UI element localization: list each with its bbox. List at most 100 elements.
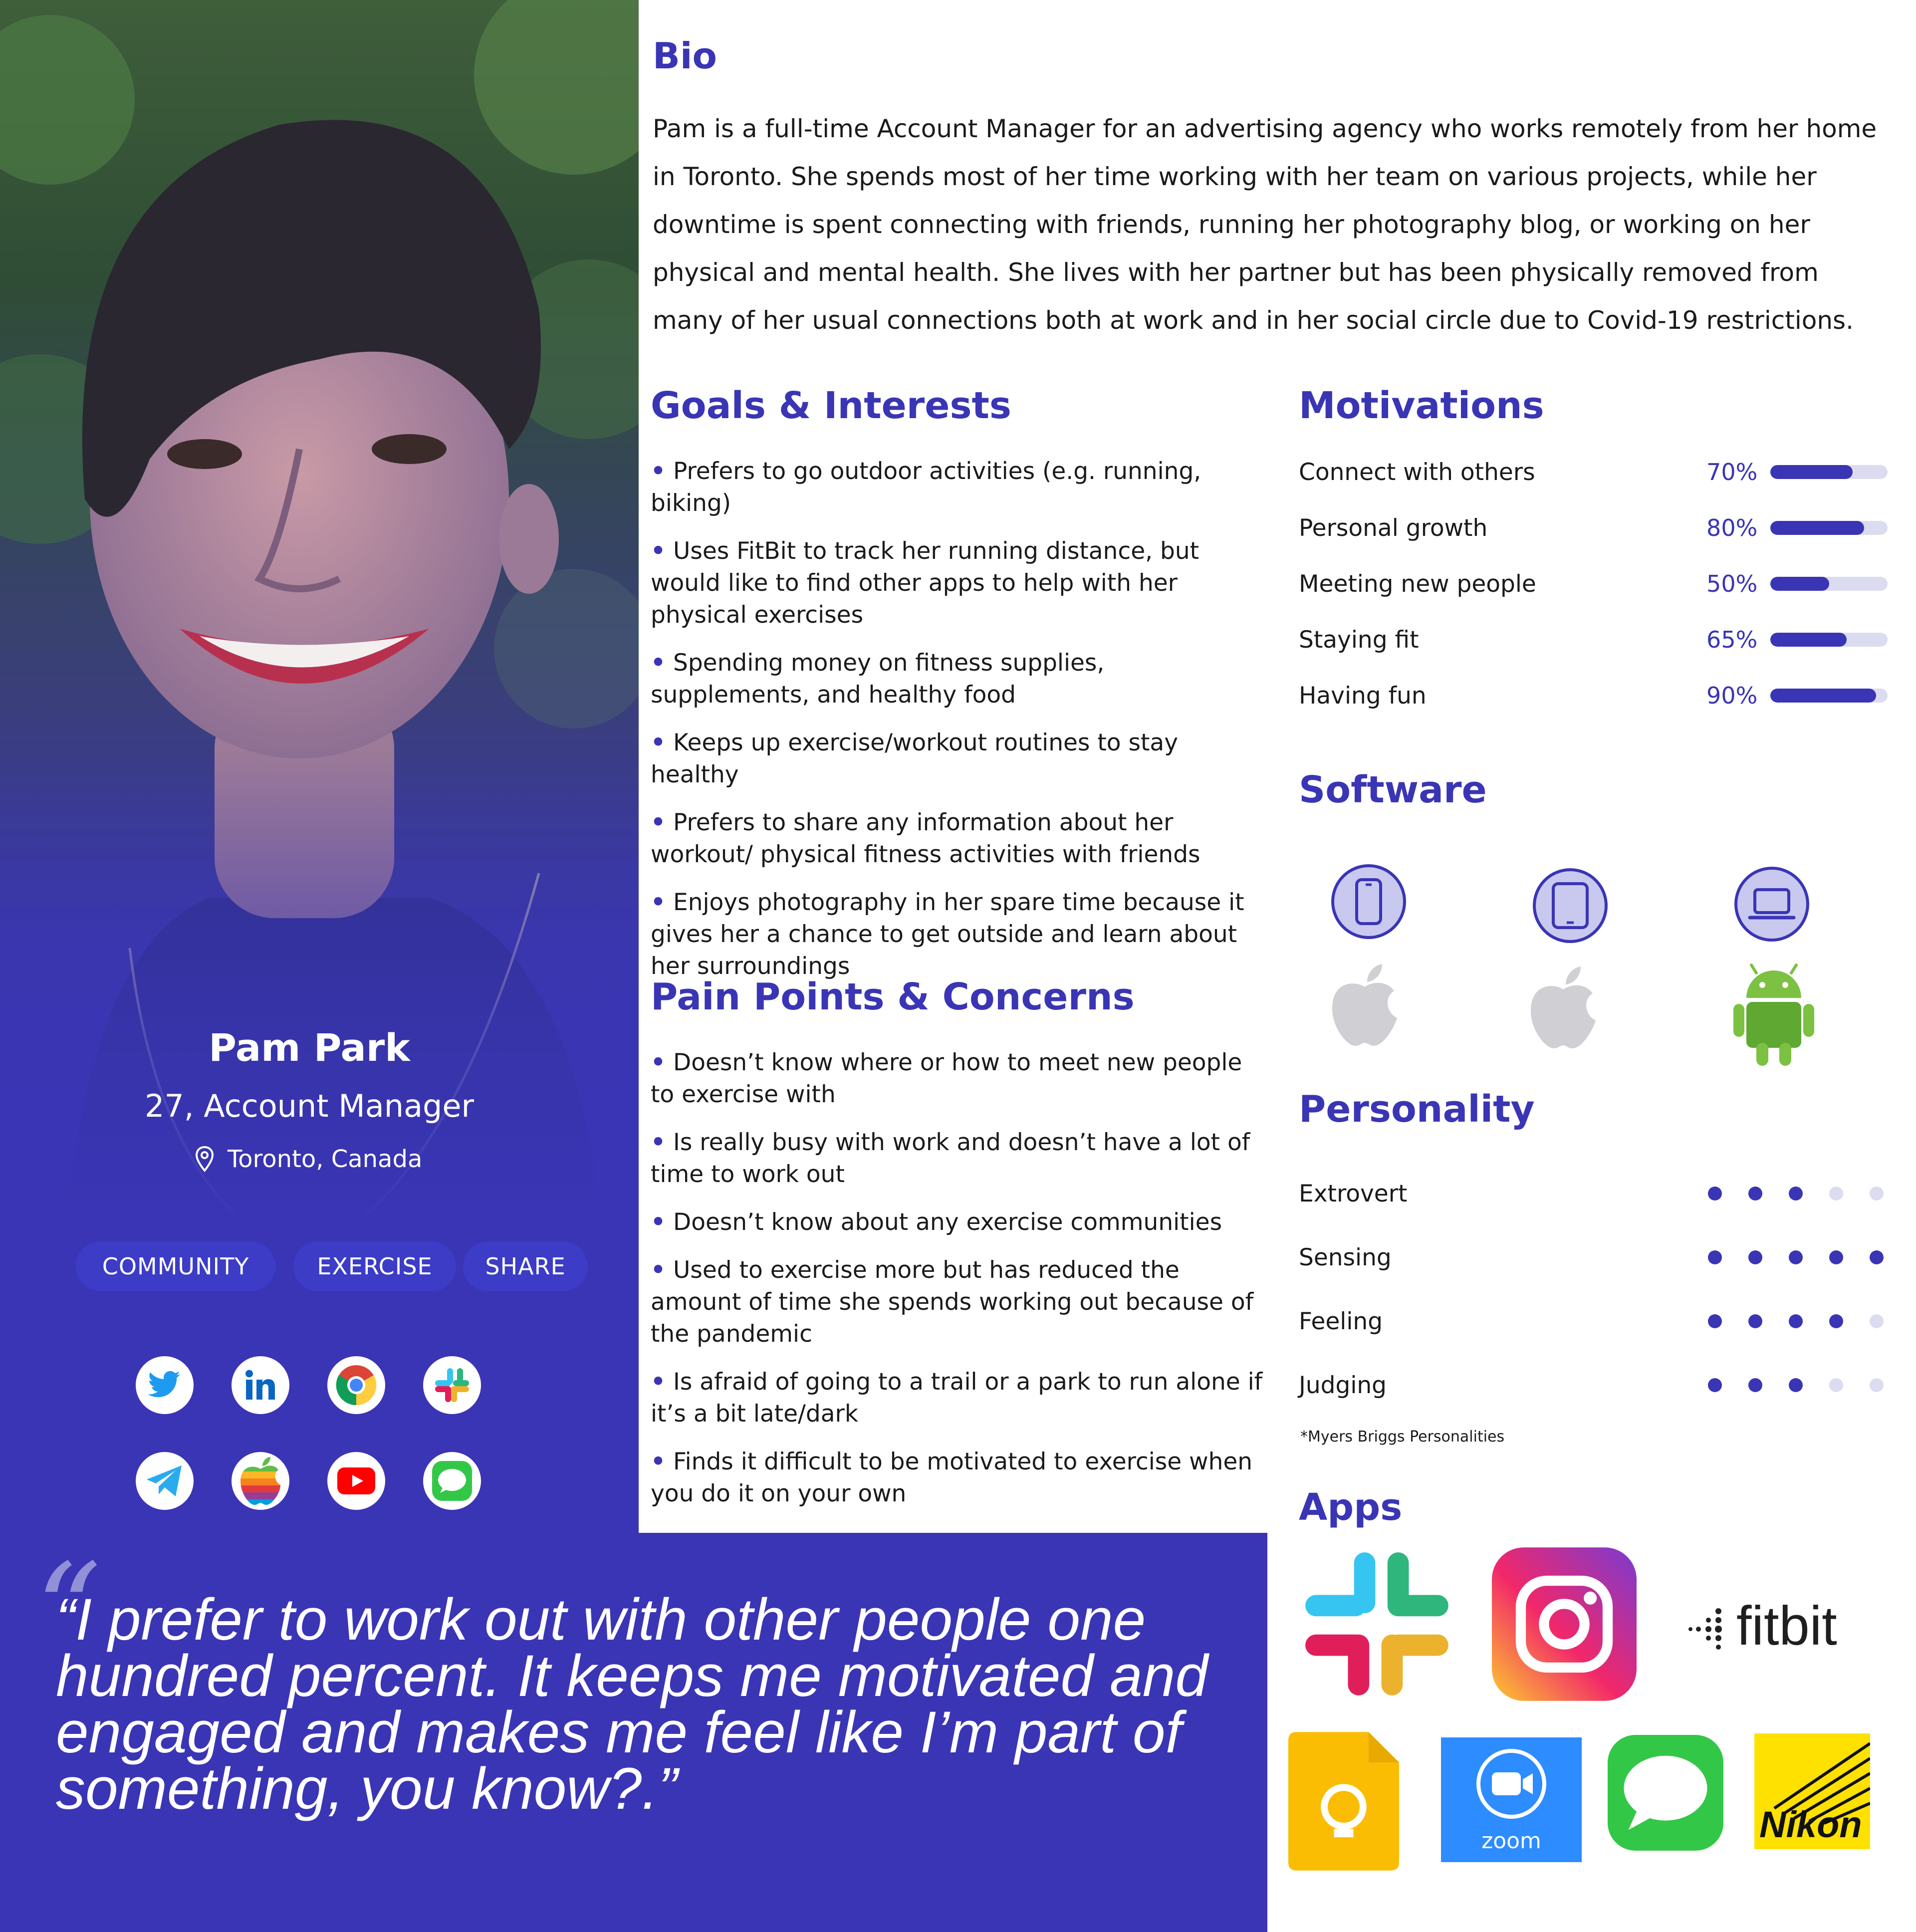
list-item: • Prefers to share any information about…	[651, 809, 1200, 868]
motivation-label: Personal growth	[1299, 514, 1488, 542]
tag-share[interactable]: SHARE	[463, 1241, 588, 1291]
tablet-icon	[1533, 868, 1608, 943]
list-item: • Spending money on fitness supplies, su…	[651, 649, 1105, 709]
list-item: • Enjoys photography in her spare time b…	[651, 889, 1244, 980]
personality-dot-filled	[1829, 1250, 1843, 1264]
keynote-icon[interactable]	[1288, 1731, 1399, 1871]
personality-label: Sensing	[1299, 1243, 1392, 1271]
fitbit-dots-icon	[1688, 1608, 1722, 1650]
personality-dot-filled	[1870, 1250, 1884, 1264]
slack-icon[interactable]	[423, 1356, 481, 1414]
zoom-text: zoom	[1481, 1828, 1541, 1854]
list-item: • Is really busy with work and doesn’t h…	[651, 1129, 1250, 1188]
motivation-bar	[1770, 521, 1888, 535]
personality-row: Judging	[1299, 1370, 1893, 1400]
personality-dot-filled	[1748, 1314, 1762, 1328]
fitbit-logo[interactable]: fitbit	[1687, 1594, 1837, 1658]
personality-dot-filled	[1789, 1378, 1803, 1392]
pain-title: Pain Points & Concerns	[651, 975, 1135, 1018]
phone-icon	[1331, 864, 1406, 939]
motivation-row: Meeting new people 50%	[1299, 569, 1888, 599]
motivation-label: Staying fit	[1299, 626, 1419, 654]
zoom-icon[interactable]: zoom	[1441, 1737, 1582, 1862]
personality-dot-filled	[1708, 1314, 1722, 1328]
pain-list: • Doesn’t know where or how to meet new …	[651, 1047, 1269, 1526]
list-item: • Doesn’t know where or how to meet new …	[651, 1049, 1242, 1108]
nikon-logo[interactable]: Nikon	[1754, 1733, 1870, 1849]
messages-icon[interactable]	[423, 1452, 481, 1510]
motivation-value: 50%	[1706, 570, 1758, 597]
personality-row: Extrovert	[1299, 1179, 1893, 1208]
personality-dot-empty	[1829, 1187, 1843, 1201]
list-item: • Prefers to go outdoor activities (e.g.…	[651, 458, 1201, 517]
linkedin-icon[interactable]	[232, 1356, 289, 1414]
youtube-icon[interactable]	[327, 1452, 385, 1510]
laptop-icon	[1734, 867, 1809, 942]
messages-icon[interactable]	[1608, 1735, 1723, 1851]
personality-dot-empty	[1870, 1314, 1884, 1328]
location-text: Toronto, Canada	[228, 1145, 423, 1173]
personality-dots	[1708, 1314, 1884, 1328]
motivation-value: 70%	[1706, 459, 1758, 485]
motivation-value: 80%	[1706, 514, 1758, 541]
motivation-row: Staying fit 65%	[1299, 625, 1888, 655]
apple-rainbow-icon[interactable]	[232, 1452, 289, 1510]
instagram-icon[interactable]	[1492, 1547, 1637, 1701]
list-item: • Doesn’t know about any exercise commun…	[651, 1208, 1222, 1236]
profile-name: Pam Park	[209, 1025, 410, 1070]
android-icon	[1733, 964, 1814, 1066]
tag-exercise[interactable]: EXERCISE	[293, 1241, 456, 1291]
software-title: Software	[1299, 768, 1487, 811]
motivation-bar	[1770, 633, 1888, 647]
motivation-row: Connect with others 70%	[1299, 457, 1888, 487]
motivation-bar	[1770, 689, 1888, 703]
personality-dot-filled	[1708, 1250, 1722, 1264]
tag-community[interactable]: COMMUNITY	[76, 1241, 275, 1291]
personality-dot-empty	[1870, 1378, 1884, 1392]
list-item: • Keeps up exercise/workout routines to …	[651, 729, 1179, 788]
profile-location: Toronto, Canada	[195, 1145, 422, 1173]
fitbit-text: fitbit	[1736, 1595, 1837, 1657]
personality-label: Feeling	[1299, 1307, 1383, 1335]
apps-title: Apps	[1299, 1486, 1403, 1529]
location-pin-icon	[195, 1146, 214, 1173]
motivations-title: Motivations	[1299, 384, 1544, 427]
personality-dot-filled	[1789, 1187, 1803, 1201]
chrome-icon[interactable]	[327, 1356, 385, 1414]
motivation-value: 90%	[1706, 682, 1758, 709]
slack-icon[interactable]	[1302, 1549, 1454, 1701]
quote-text: “I prefer to work out with other people …	[56, 1587, 1208, 1822]
personality-row: Feeling	[1299, 1306, 1893, 1336]
personality-dots	[1708, 1378, 1884, 1392]
twitter-icon[interactable]	[136, 1356, 194, 1414]
goals-list: • Prefers to go outdoor activities (e.g.…	[651, 456, 1269, 998]
personality-footnote: *Myers Briggs Personalities	[1300, 1428, 1505, 1446]
personality-title: Personality	[1299, 1088, 1535, 1131]
motivation-row: Personal growth 80%	[1299, 513, 1888, 543]
personality-dot-filled	[1748, 1378, 1762, 1392]
profile-role: 27, Account Manager	[144, 1088, 475, 1124]
profile-panel	[0, 0, 639, 1539]
bio-title: Bio	[653, 35, 718, 77]
telegram-icon[interactable]	[136, 1452, 194, 1510]
apple-icon	[1332, 964, 1397, 1046]
personality-label: Extrovert	[1299, 1180, 1408, 1208]
nikon-text: Nikon	[1759, 1804, 1862, 1845]
zoom-camera-icon	[1476, 1748, 1546, 1819]
motivation-bar	[1770, 465, 1888, 479]
personality-dot-filled	[1789, 1314, 1803, 1328]
personality-dot-filled	[1748, 1250, 1762, 1264]
personality-dot-filled	[1748, 1187, 1762, 1201]
list-item: • Used to exercise more but has reduced …	[651, 1256, 1254, 1348]
motivation-label: Connect with others	[1299, 458, 1535, 486]
list-item: • Is afraid of going to a trail or a par…	[651, 1368, 1263, 1428]
personality-dot-filled	[1708, 1187, 1722, 1201]
personality-dot-filled	[1789, 1250, 1803, 1264]
personality-label: Judging	[1299, 1371, 1387, 1399]
personality-dot-empty	[1870, 1187, 1884, 1201]
personality-dots	[1708, 1250, 1884, 1264]
motivation-value: 65%	[1706, 626, 1758, 653]
motivation-label: Meeting new people	[1299, 570, 1536, 598]
goals-title: Goals & Interests	[651, 384, 1011, 427]
personality-dot-empty	[1829, 1378, 1843, 1392]
